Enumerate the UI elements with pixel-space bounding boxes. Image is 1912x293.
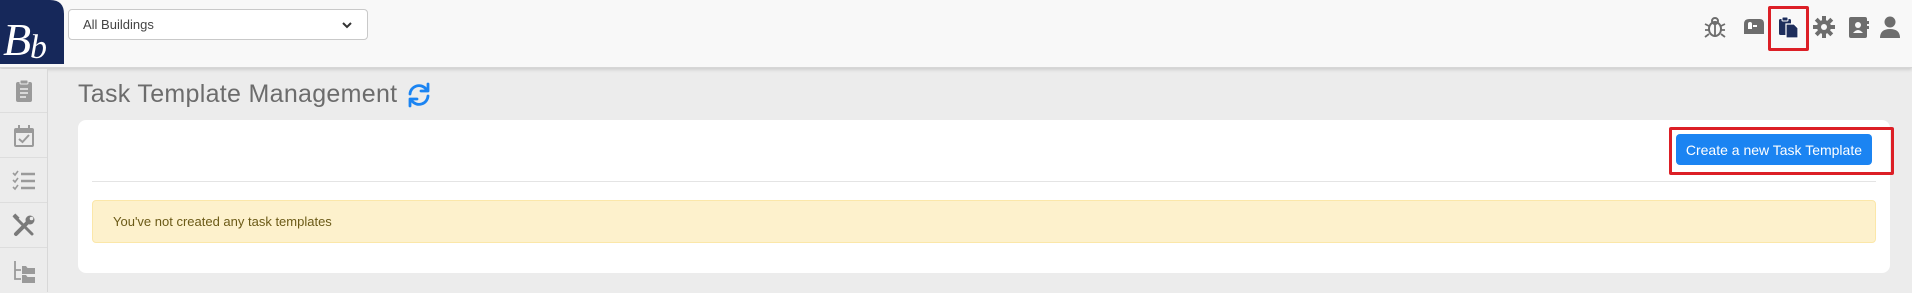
sidebar-item-files[interactable] (0, 249, 47, 293)
bug-icon[interactable] (1700, 12, 1730, 42)
user-icon[interactable] (1875, 12, 1905, 42)
clipboard-copy-icon[interactable] (1773, 12, 1803, 42)
tools-icon (11, 212, 34, 236)
building-select-value: All Buildings (83, 17, 154, 32)
page-title: Task Template Management (78, 80, 433, 109)
refresh-icon[interactable] (405, 81, 433, 109)
chevron-down-icon (342, 21, 352, 28)
page-title-text: Task Template Management (78, 80, 398, 108)
building-select[interactable]: All Buildings (68, 9, 368, 40)
task-template-card: Create a new Task Template You've not cr… (78, 120, 1890, 273)
empty-state-alert: You've not created any task templates (92, 200, 1876, 243)
sidebar-item-schedule[interactable] (0, 114, 47, 158)
contact-card-icon[interactable] (1843, 12, 1873, 42)
divider (92, 181, 1876, 182)
sidebar (0, 69, 48, 292)
empty-state-message: You've not created any task templates (113, 214, 332, 229)
mailbox-icon[interactable] (1738, 12, 1768, 42)
sidebar-item-maintenance[interactable] (0, 204, 47, 248)
sidebar-item-checklist[interactable] (0, 159, 47, 203)
clipboard-list-icon (15, 79, 32, 102)
folder-tree-icon (13, 261, 35, 283)
gear-icon[interactable] (1809, 12, 1839, 42)
calendar-check-icon (13, 124, 34, 147)
app-logo[interactable]: B b (0, 0, 64, 66)
sidebar-item-tasks[interactable] (0, 69, 47, 113)
svg-text:b: b (30, 29, 47, 64)
svg-text:B: B (3, 14, 31, 64)
top-navbar: B b All Buildings (0, 0, 1912, 68)
checklist-icon (11, 170, 35, 190)
create-task-template-button[interactable]: Create a new Task Template (1675, 134, 1872, 165)
